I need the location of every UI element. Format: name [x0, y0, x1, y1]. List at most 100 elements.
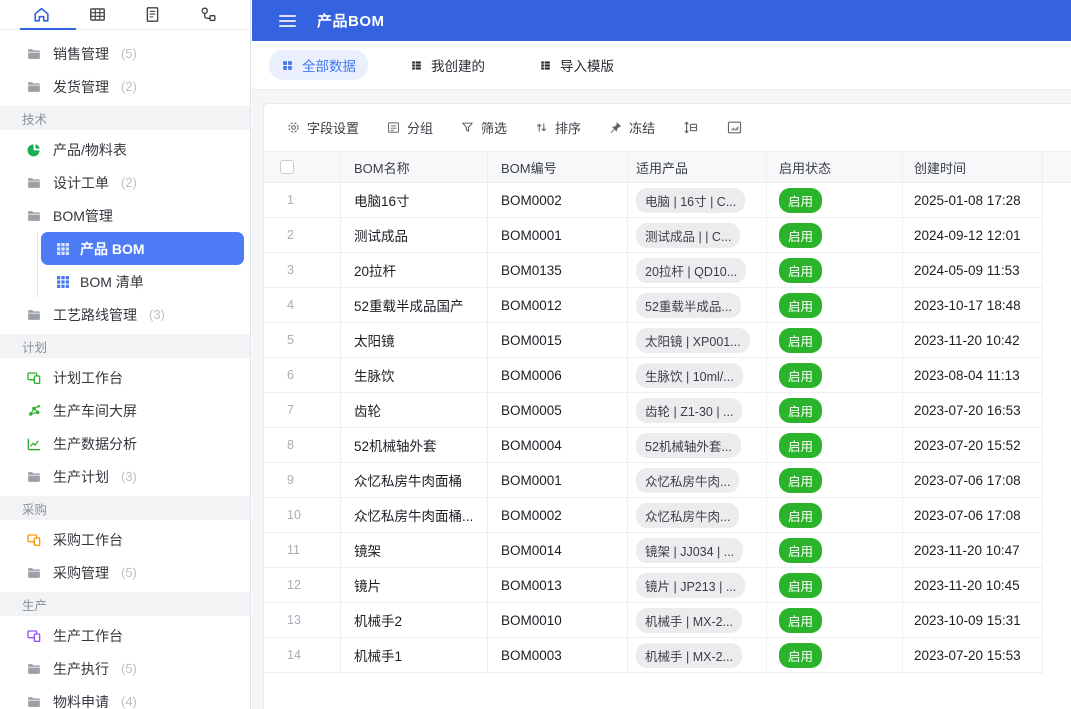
filler-cell [1043, 183, 1071, 218]
filler-cell [1043, 323, 1071, 358]
sidebar-item-产品 BOM[interactable]: 产品 BOM [41, 232, 244, 265]
table-row[interactable]: 1电脑16寸BOM0002电脑 | 16寸 | C...启用2025-01-08… [264, 183, 1071, 218]
sidebar-item-生产数据分析[interactable]: 生产数据分析 [0, 427, 250, 460]
toolbar-button-字段设置[interactable]: 字段设置 [286, 118, 359, 137]
sidebar-item-BOM管理[interactable]: BOM管理 [0, 199, 250, 232]
sidebar-item-物料申请[interactable]: 物料申请(4) [0, 685, 250, 709]
table-row[interactable]: 5太阳镜BOM0015太阳镜 | XP001...启用2023-11-20 10… [264, 323, 1071, 358]
sidebar-item-label: 生产车间大屏 [53, 401, 137, 421]
sidebar-item-count: (5) [121, 46, 137, 61]
toolbar-button-分组[interactable]: 分组 [386, 118, 433, 137]
tab-我创建的[interactable]: 我创建的 [398, 50, 497, 80]
status-badge: 启用 [779, 363, 822, 388]
sidebar-item-采购工作台[interactable]: 采购工作台 [0, 523, 250, 556]
active-tab-underline [20, 28, 76, 30]
group-icon [386, 120, 401, 135]
hamburger-icon[interactable] [279, 15, 296, 27]
product-cell: 测试成品 | | C... [628, 218, 767, 253]
status-badge: 启用 [779, 188, 822, 213]
content-area: 字段设置 分组 筛选 排序 冻结 BOM名称BOM编号适用产品启用状态创建时间 1电脑1… [252, 90, 1071, 709]
tab-导入模版[interactable]: 导入模版 [527, 50, 626, 80]
status-cell: 启用 [767, 428, 903, 463]
status-badge: 启用 [779, 503, 822, 528]
product-tag: 52重载半成品... [636, 293, 741, 318]
table-row[interactable]: 13机械手2BOM0010机械手 | MX-2...启用2023-10-09 1… [264, 603, 1071, 638]
status-cell: 启用 [767, 603, 903, 638]
row-number-cell: 5 [264, 323, 341, 358]
folder-icon [26, 208, 42, 224]
created-time-cell: 2024-05-09 11:53 [903, 253, 1043, 288]
table-row[interactable]: 9众忆私房牛肉面桶BOM0001众忆私房牛肉...启用2023-07-06 17… [264, 463, 1071, 498]
document-icon[interactable] [141, 3, 165, 27]
sidebar-item-label: 生产计划 [53, 467, 109, 487]
row-number-cell: 6 [264, 358, 341, 393]
sidebar-item-工艺路线管理[interactable]: 工艺路线管理(3) [0, 298, 250, 331]
toolbar-button-chart-icon[interactable] [726, 119, 743, 136]
sidebar-item-BOM 清单[interactable]: BOM 清单 [41, 265, 244, 298]
toolbar-button-row-height-icon[interactable] [682, 119, 699, 136]
sidebar-item-产品/物料表[interactable]: 产品/物料表 [0, 133, 250, 166]
table-row[interactable]: 852机械轴外套BOM000452机械轴外套...启用2023-07-20 15… [264, 428, 1071, 463]
rows-icon [410, 59, 423, 72]
row-number-cell: 9 [264, 463, 341, 498]
sidebar-item-label: 发货管理 [53, 77, 109, 97]
table-row[interactable]: 7齿轮BOM0005齿轮 | Z1-30 | ...启用2023-07-20 1… [264, 393, 1071, 428]
bom-code-cell: BOM0014 [488, 533, 628, 568]
sidebar-section-技术: 技术 [0, 106, 250, 130]
table-row[interactable]: 320拉杆BOM013520拉杆 | QD10...启用2024-05-09 1… [264, 253, 1071, 288]
sidebar-item-count: (3) [149, 307, 165, 322]
status-cell: 启用 [767, 288, 903, 323]
sidebar-item-生产工作台[interactable]: 生产工作台 [0, 619, 250, 652]
bom-code-cell: BOM0010 [488, 603, 628, 638]
row-number-cell: 7 [264, 393, 341, 428]
toolbar-button-排序[interactable]: 排序 [534, 118, 581, 137]
table-row[interactable]: 452重载半成品国产BOM001252重载半成品...启用2023-10-17 … [264, 288, 1071, 323]
sidebar-item-销售管理[interactable]: 销售管理(5) [0, 37, 250, 70]
sidebar-item-count: (5) [121, 565, 137, 580]
workflow-icon[interactable] [196, 3, 220, 27]
tab-全部数据[interactable]: 全部数据 [269, 50, 368, 80]
sort-icon [534, 120, 549, 135]
home-icon[interactable] [30, 3, 54, 27]
toolbar-button-冻结[interactable]: 冻结 [608, 118, 655, 137]
sidebar-item-label: 产品/物料表 [53, 140, 127, 160]
product-tag: 生脉饮 | 10ml/... [636, 363, 743, 388]
toolbar-button-筛选[interactable]: 筛选 [460, 118, 507, 137]
sidebar-item-生产车间大屏[interactable]: 生产车间大屏 [0, 394, 250, 427]
bom-name-cell: 52重载半成品国产 [341, 288, 488, 323]
sidebar-item-生产执行[interactable]: 生产执行(5) [0, 652, 250, 685]
bom-name-cell: 齿轮 [341, 393, 488, 428]
sidebar-item-设计工单[interactable]: 设计工单(2) [0, 166, 250, 199]
row-number-cell: 2 [264, 218, 341, 253]
table-icon[interactable] [85, 3, 109, 27]
table-row[interactable]: 12镜片BOM0013镜片 | JP213 | ...启用2023-11-20 … [264, 568, 1071, 603]
select-all-checkbox[interactable] [280, 160, 294, 174]
table-row[interactable]: 6生脉饮BOM0006生脉饮 | 10ml/...启用2023-08-04 11… [264, 358, 1071, 393]
product-cell: 镜架 | JJ034 | ... [628, 533, 767, 568]
table-row[interactable]: 2测试成品BOM0001测试成品 | | C...启用2024-09-12 12… [264, 218, 1071, 253]
bom-name-cell: 太阳镜 [341, 323, 488, 358]
grid4-icon [281, 59, 294, 72]
table-row[interactable]: 10众忆私房牛肉面桶...BOM0002众忆私房牛肉...启用2023-07-0… [264, 498, 1071, 533]
main-area: 产品BOM 全部数据我创建的导入模版 字段设置分组筛选排序冻结 BOM名称BOM… [252, 0, 1071, 709]
created-time-cell: 2023-11-20 10:47 [903, 533, 1043, 568]
table-body: 1电脑16寸BOM0002电脑 | 16寸 | C...启用2025-01-08… [264, 183, 1071, 673]
table-header-row: BOM名称BOM编号适用产品启用状态创建时间 [264, 151, 1071, 183]
sidebar-item-生产计划[interactable]: 生产计划(3) [0, 460, 250, 493]
sidebar-item-label: 物料申请 [53, 692, 109, 709]
sidebar-item-发货管理[interactable]: 发货管理(2) [0, 70, 250, 103]
filler-cell [1043, 498, 1071, 533]
status-badge: 启用 [779, 293, 822, 318]
sidebar-item-label: 采购工作台 [53, 530, 123, 550]
table-row[interactable]: 11镜架BOM0014镜架 | JJ034 | ...启用2023-11-20 … [264, 533, 1071, 568]
bom-name-cell: 镜片 [341, 568, 488, 603]
sidebar-item-计划工作台[interactable]: 计划工作台 [0, 361, 250, 394]
sidebar-item-采购管理[interactable]: 采购管理(5) [0, 556, 250, 589]
pin-icon [608, 120, 623, 135]
status-cell: 启用 [767, 253, 903, 288]
table-row[interactable]: 14机械手1BOM0003机械手 | MX-2...启用2023-07-20 1… [264, 638, 1071, 673]
product-cell: 齿轮 | Z1-30 | ... [628, 393, 767, 428]
bom-name-cell: 众忆私房牛肉面桶... [341, 498, 488, 533]
bom-name-cell: 机械手2 [341, 603, 488, 638]
folder-icon [26, 694, 42, 709]
